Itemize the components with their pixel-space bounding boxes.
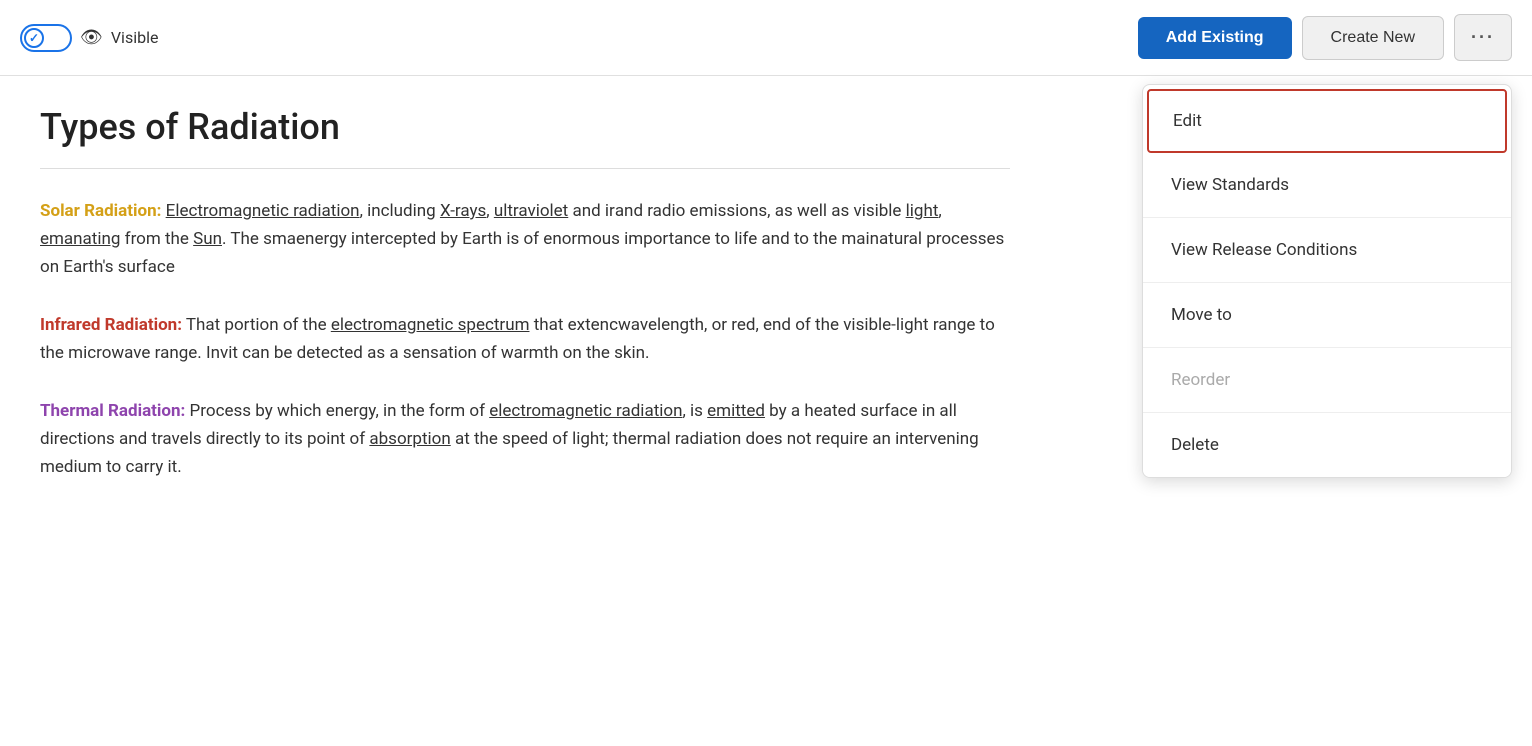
infrared-radiation-text: That portion of the electromagnetic spec… xyxy=(40,315,995,363)
emanating-link[interactable]: emanating xyxy=(40,229,120,249)
dropdown-item-view-release-conditions[interactable]: View Release Conditions xyxy=(1143,218,1511,283)
toolbar-left: ✓ 👁 Visible xyxy=(20,24,158,52)
checkmark-icon: ✓ xyxy=(29,31,39,45)
dropdown-item-view-standards[interactable]: View Standards xyxy=(1143,153,1511,218)
dropdown-item-edit[interactable]: Edit xyxy=(1147,89,1507,153)
create-new-button[interactable]: Create New xyxy=(1302,16,1444,60)
toolbar: ✓ 👁 Visible Add Existing Create New ··· … xyxy=(0,0,1532,76)
electromagnetic-radiation-link[interactable]: Electromagnetic radiation xyxy=(166,201,360,221)
more-options-button[interactable]: ··· xyxy=(1454,14,1512,61)
divider xyxy=(40,168,1010,169)
visible-toggle[interactable]: ✓ xyxy=(20,24,72,52)
infrared-radiation-section: Infrared Radiation: That portion of the … xyxy=(40,311,1010,367)
toolbar-right: Add Existing Create New ··· Edit View St… xyxy=(1138,14,1512,61)
electromagnetic-radiation-link2[interactable]: electromagnetic radiation xyxy=(489,401,682,421)
toggle-knob: ✓ xyxy=(24,28,44,48)
eye-icon: 👁 xyxy=(80,27,103,48)
infrared-radiation-label: Infrared Radiation: xyxy=(40,315,182,335)
solar-radiation-section: Solar Radiation: Electromagnetic radiati… xyxy=(40,197,1010,281)
main-content: Types of Radiation Solar Radiation: Elec… xyxy=(0,76,1050,551)
thermal-radiation-section: Thermal Radiation: Process by which ener… xyxy=(40,397,1010,481)
electromagnetic-spectrum-link[interactable]: electromagnetic spectrum xyxy=(331,315,530,335)
dropdown-item-delete[interactable]: Delete xyxy=(1143,413,1511,477)
absorption-link[interactable]: absorption xyxy=(369,429,450,449)
solar-radiation-text: Electromagnetic radiation, including X-r… xyxy=(40,201,1004,277)
toggle-wrapper: ✓ 👁 Visible xyxy=(20,24,158,52)
sun-link[interactable]: Sun xyxy=(193,229,222,249)
dropdown-item-move-to[interactable]: Move to xyxy=(1143,283,1511,348)
solar-radiation-label: Solar Radiation: xyxy=(40,201,161,221)
ultraviolet-link[interactable]: ultraviolet xyxy=(494,201,568,221)
light-link[interactable]: light xyxy=(906,201,939,221)
add-existing-button[interactable]: Add Existing xyxy=(1138,17,1292,59)
emitted-link[interactable]: emitted xyxy=(707,401,765,421)
page-title: Types of Radiation xyxy=(40,106,1010,148)
visible-label: Visible xyxy=(111,28,159,47)
dropdown-item-reorder: Reorder xyxy=(1143,348,1511,413)
xrays-link[interactable]: X-rays xyxy=(440,201,486,221)
thermal-radiation-label: Thermal Radiation: xyxy=(40,401,185,421)
context-dropdown-menu: Edit View Standards View Release Conditi… xyxy=(1142,84,1512,478)
